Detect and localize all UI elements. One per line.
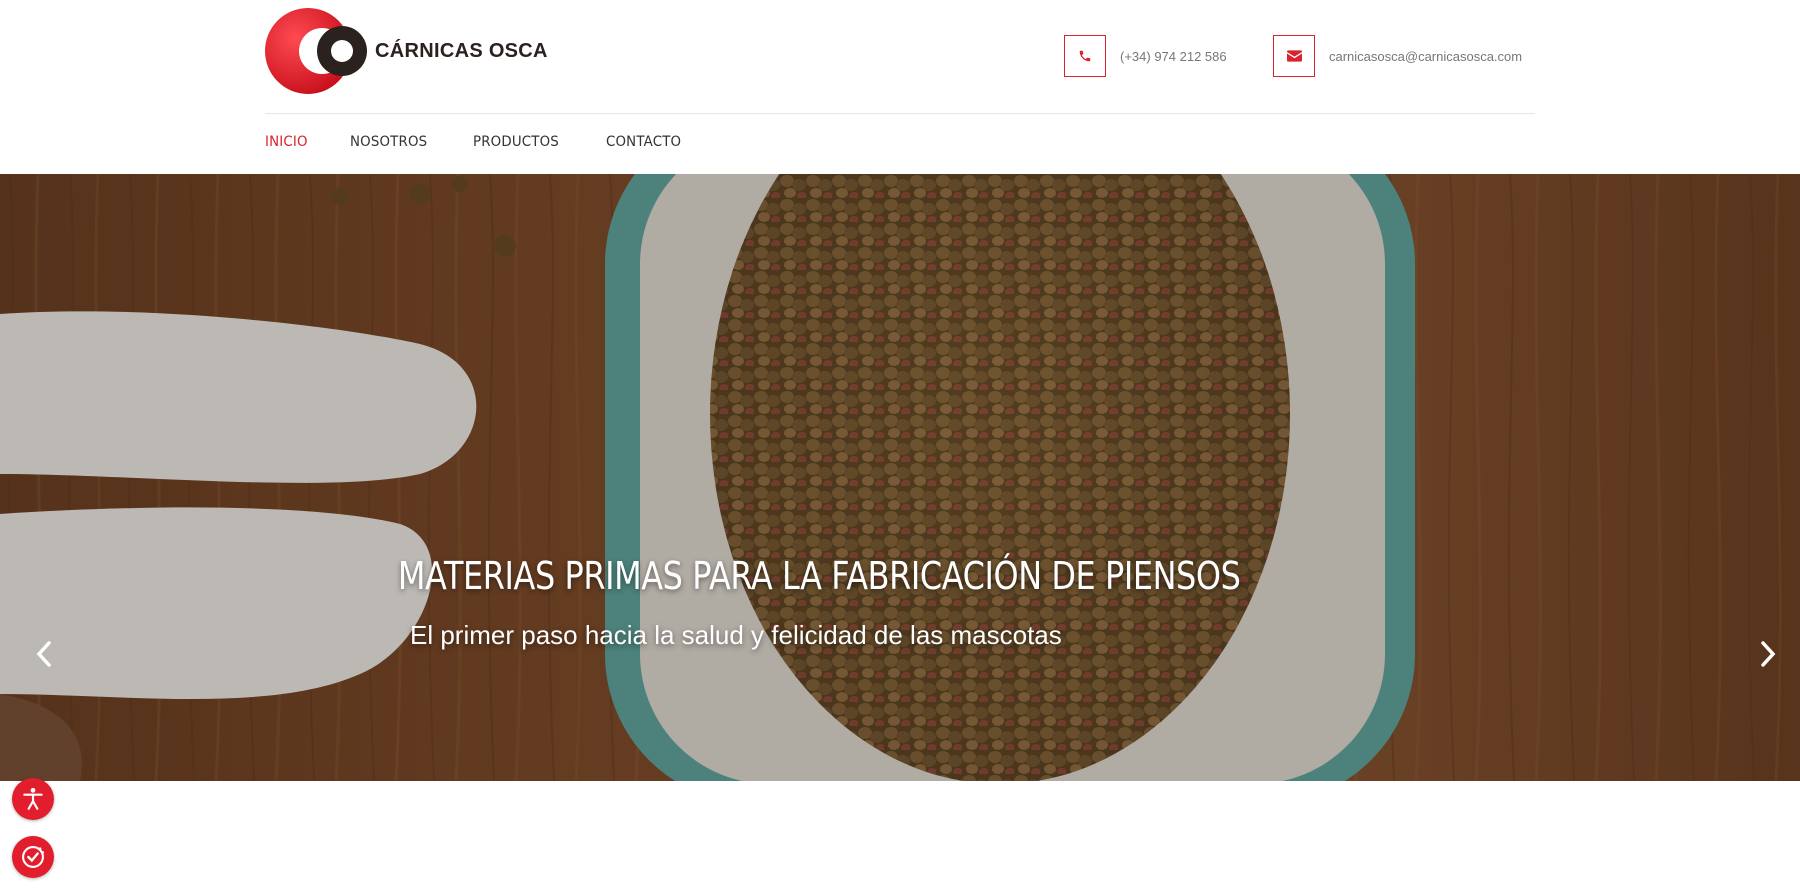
slider-prev-button[interactable] (26, 636, 62, 672)
hero-slider (0, 174, 1800, 781)
nav-item-nosotros[interactable]: NOSOTROS (350, 134, 427, 150)
slider-next-button[interactable] (1750, 636, 1786, 672)
brand-name: CÁRNICAS OSCA (375, 39, 548, 62)
email-contact[interactable]: carnicasosca@carnicasosca.com (1273, 35, 1522, 77)
chevron-right-icon (1761, 641, 1776, 667)
header-divider (265, 113, 1535, 114)
logo-mark (265, 8, 369, 94)
phone-icon (1064, 35, 1106, 77)
envelope-icon (1273, 35, 1315, 77)
nav-item-productos[interactable]: PRODUCTOS (473, 134, 559, 150)
accessibility-icon (23, 787, 43, 810)
chevron-left-icon (36, 641, 51, 667)
cookie-settings-icon (22, 846, 45, 868)
logo[interactable]: CÁRNICAS OSCA (265, 8, 548, 94)
phone-contact[interactable]: (+34) 974 212 586 (1064, 35, 1227, 77)
hero-title: MATERIAS PRIMAS PARA LA FABRICACIÓN DE P… (397, 554, 1241, 598)
site-header: CÁRNICAS OSCA (+34) 974 212 586 carnicas… (0, 0, 1800, 174)
email-address[interactable]: carnicasosca@carnicasosca.com (1329, 49, 1522, 64)
nav-item-contacto[interactable]: CONTACTO (606, 134, 681, 150)
accessibility-button[interactable] (12, 778, 54, 820)
hero-subtitle: El primer paso hacia la salud y felicida… (410, 620, 1062, 650)
phone-number[interactable]: (+34) 974 212 586 (1120, 49, 1227, 64)
cookie-settings-button[interactable] (12, 836, 54, 878)
main-nav: INICIO NOSOTROS PRODUCTOS CONTACTO (265, 134, 727, 150)
nav-item-inicio[interactable]: INICIO (265, 134, 308, 150)
hero-image (0, 174, 1800, 781)
